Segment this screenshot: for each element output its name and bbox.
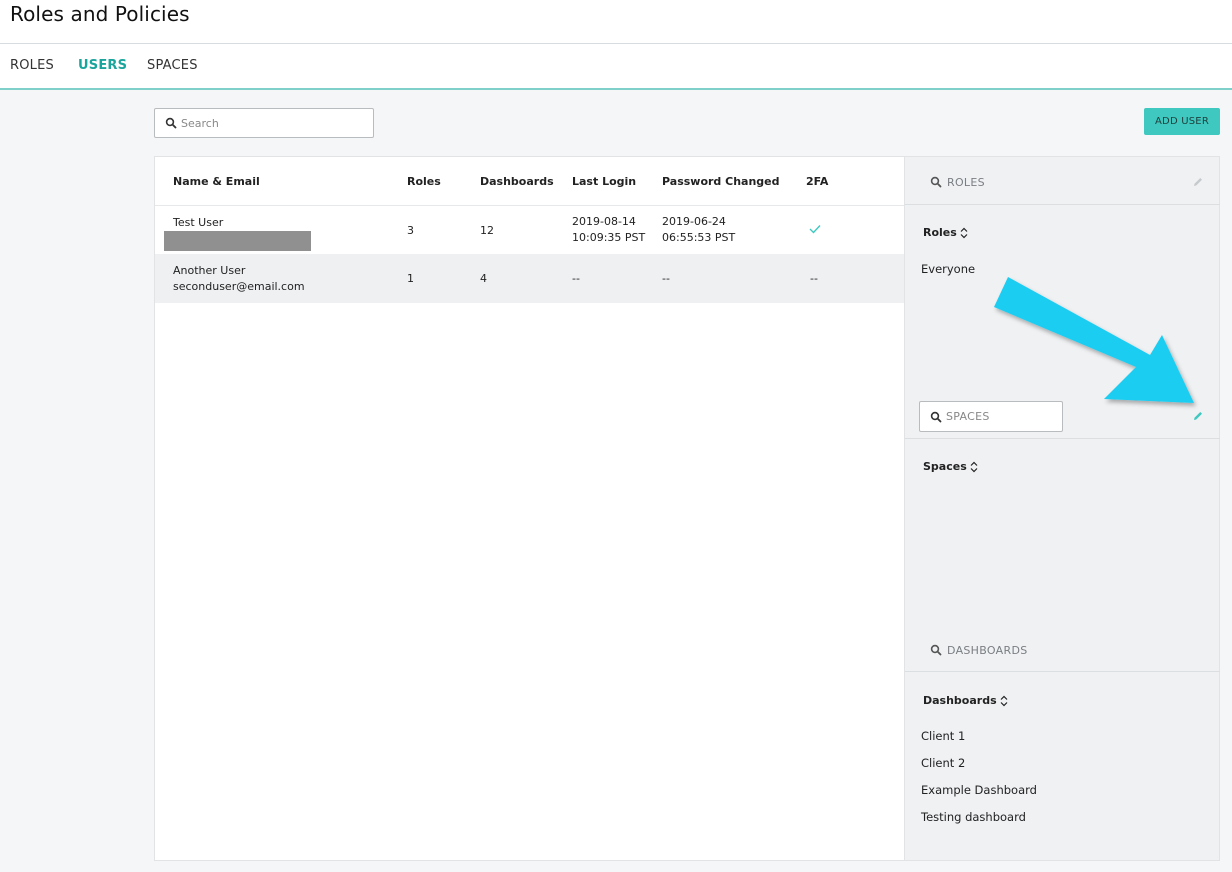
column-header-dashboards[interactable]: Dashboards: [480, 175, 554, 188]
last-login-time: 10:09:35 PST: [572, 231, 646, 244]
redacted-email: [164, 231, 311, 251]
roles-heading-label: Roles: [923, 226, 957, 239]
dashboard-item: Example Dashboard: [921, 783, 1037, 797]
column-header-roles[interactable]: Roles: [407, 175, 441, 188]
add-user-button[interactable]: ADD USER: [1144, 108, 1220, 135]
last-login-date: 2019-08-14: [572, 215, 636, 228]
user-detail-panel: ROLES Roles Everyone Spaces DASHBOARDS D…: [905, 156, 1220, 861]
search-icon: [165, 117, 177, 129]
last-login-value: --: [572, 272, 580, 285]
app-header: Roles and Policies: [0, 0, 1232, 44]
dashboards-heading[interactable]: Dashboards: [923, 694, 1008, 707]
divider: [905, 438, 1220, 439]
spaces-heading-label: Spaces: [923, 460, 967, 473]
column-header-password-changed[interactable]: Password Changed: [662, 175, 780, 188]
role-item: Everyone: [921, 262, 976, 276]
spaces-heading[interactable]: Spaces: [923, 460, 978, 473]
dashboard-item: Testing dashboard: [921, 810, 1026, 824]
roles-search-label[interactable]: ROLES: [947, 176, 985, 189]
user-dashboards-count: 12: [480, 224, 494, 237]
divider: [905, 204, 1220, 205]
tab-spaces[interactable]: SPACES: [147, 58, 198, 73]
dashboard-item: Client 2: [921, 756, 966, 770]
table-row[interactable]: Another User seconduser@email.com 1 4 --…: [155, 254, 904, 303]
password-changed-date: 2019-06-24: [662, 215, 726, 228]
search-input[interactable]: [181, 109, 369, 137]
user-dashboards-count: 4: [480, 272, 487, 285]
password-changed-time: 06:55:53 PST: [662, 231, 736, 244]
password-changed-value: --: [662, 272, 670, 285]
search-icon: [930, 411, 942, 423]
table-row[interactable]: Test User 3 12 2019-08-14 10:09:35 PST 2…: [155, 205, 904, 254]
tab-roles[interactable]: ROLES: [10, 58, 54, 73]
divider: [905, 671, 1220, 672]
dashboards-search-label[interactable]: DASHBOARDS: [947, 644, 1028, 657]
user-roles-count: 1: [407, 272, 414, 285]
twofa-value: --: [810, 272, 818, 285]
sort-icon: [970, 461, 978, 473]
user-search[interactable]: [154, 108, 374, 138]
check-icon: [809, 225, 821, 234]
column-header-2fa[interactable]: 2FA: [806, 175, 828, 188]
user-roles-count: 3: [407, 224, 414, 237]
user-name: Another User: [173, 264, 246, 277]
search-icon: [930, 176, 942, 188]
page-title: Roles and Policies: [10, 2, 190, 26]
search-icon: [930, 644, 942, 656]
dashboards-heading-label: Dashboards: [923, 694, 997, 707]
pencil-icon[interactable]: [1192, 176, 1204, 188]
user-name: Test User: [173, 216, 224, 229]
sort-icon: [1000, 695, 1008, 707]
user-email: seconduser@email.com: [173, 280, 305, 293]
column-header-last-login[interactable]: Last Login: [572, 175, 636, 188]
column-header-name-email[interactable]: Name & Email: [173, 175, 260, 188]
sort-icon: [960, 227, 968, 239]
dashboard-item: Client 1: [921, 729, 966, 743]
tab-bar: ROLES USERS SPACES: [0, 44, 1232, 90]
tab-users[interactable]: USERS: [78, 58, 127, 73]
users-table: Name & Email Roles Dashboards Last Login…: [154, 156, 905, 861]
annotation-arrow: [994, 277, 1194, 403]
roles-heading[interactable]: Roles: [923, 226, 968, 239]
